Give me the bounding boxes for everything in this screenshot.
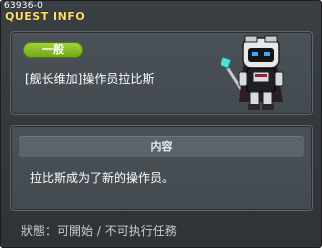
window-title-text: QUEST INFO (5, 10, 86, 23)
quest-content-panel: 内容 拉比斯成为了新的操作员。 (10, 125, 313, 211)
status-value: 可開始 / 不可执行任務 (57, 224, 177, 238)
content-text: 拉比斯成为了新的操作员。 (30, 171, 175, 185)
content-header: 内容 (19, 136, 304, 157)
quest-info-window: 63936-0 QUEST INFO 一般 [舰长维加]操作员拉比斯 内容 拉比… (0, 0, 322, 248)
status-label: 狀態： (21, 224, 58, 238)
quest-summary-panel: 一般 [舰长维加]操作员拉比斯 (10, 31, 313, 115)
window-title[interactable]: QUEST INFO (5, 10, 85, 23)
category-badge: 一般 (23, 42, 83, 58)
quest-name: [舰长维加]操作员拉比斯 (25, 72, 155, 86)
quest-status: 狀態：可開始 / 不可执行任務 (21, 222, 177, 239)
npc-robot-icon (221, 35, 284, 110)
